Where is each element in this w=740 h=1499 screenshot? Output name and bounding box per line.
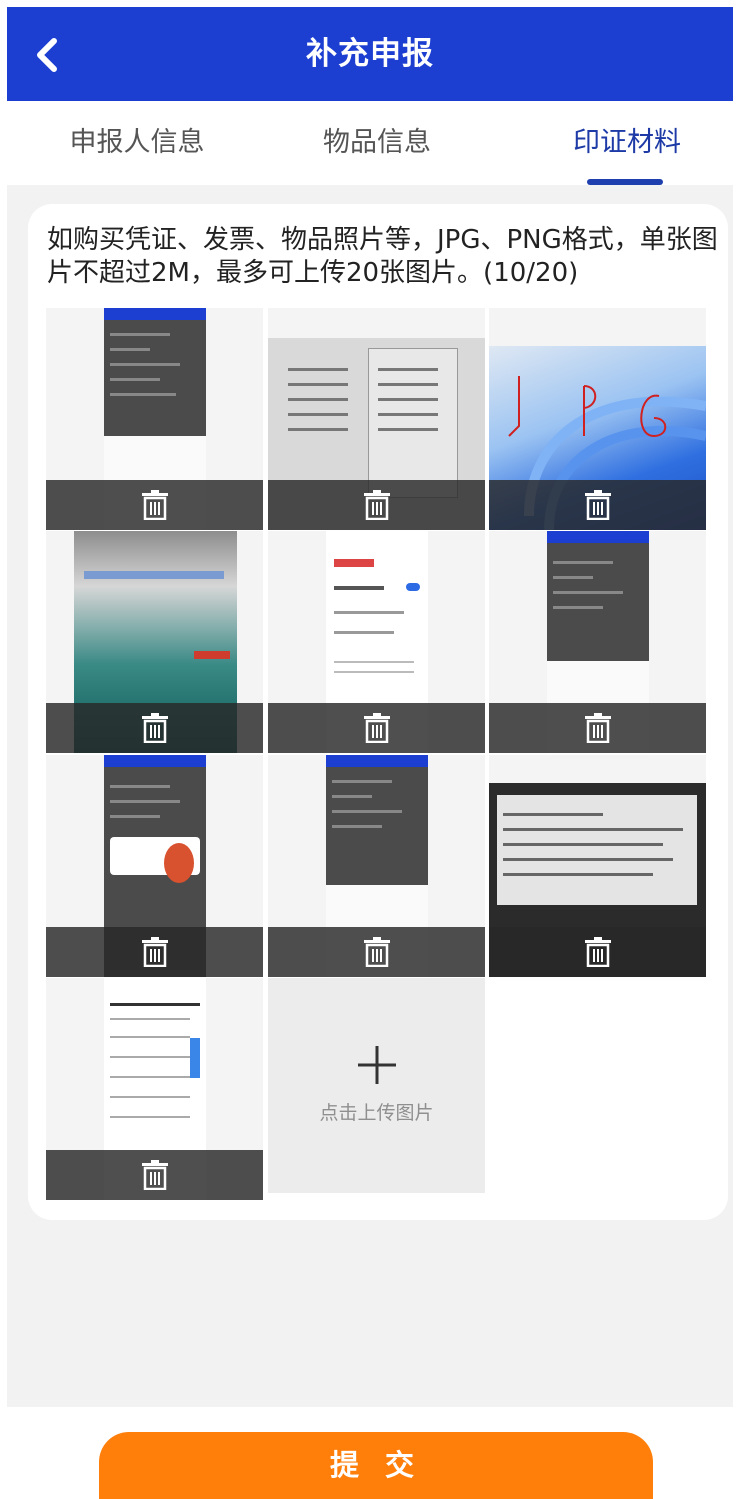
trash-icon[interactable] — [583, 937, 613, 967]
image-thumbnail[interactable] — [489, 308, 706, 530]
image-thumbnail[interactable] — [489, 755, 706, 977]
trash-icon[interactable] — [583, 713, 613, 743]
upload-label: 点击上传图片 — [319, 1102, 434, 1124]
upload-image-button[interactable]: 点击上传图片 — [268, 978, 485, 1193]
page-title: 补充申报 — [306, 36, 434, 72]
plus-icon — [357, 1046, 396, 1084]
submit-button[interactable]: 提 交 — [99, 1432, 653, 1499]
tab-applicant-info[interactable]: 申报人信息 — [62, 121, 212, 165]
top-nav-bar: 补充申报 — [7, 7, 733, 101]
tab-evidence[interactable]: 印证材料 — [552, 121, 702, 165]
image-thumbnail[interactable] — [268, 308, 485, 530]
image-thumbnail[interactable] — [46, 755, 263, 977]
delete-overlay — [489, 480, 706, 530]
delete-overlay — [268, 480, 485, 530]
trash-icon[interactable] — [140, 937, 170, 967]
trash-icon[interactable] — [140, 713, 170, 743]
trash-icon[interactable] — [362, 713, 392, 743]
active-tab-indicator — [587, 179, 663, 185]
image-thumbnail[interactable] — [46, 308, 263, 530]
image-thumbnail[interactable] — [489, 531, 706, 753]
delete-overlay — [489, 703, 706, 753]
tab-bar: 申报人信息 物品信息 印证材料 — [7, 101, 733, 185]
trash-icon[interactable] — [140, 1160, 170, 1190]
trash-icon[interactable] — [362, 490, 392, 520]
delete-overlay — [268, 927, 485, 977]
image-thumbnail[interactable] — [268, 755, 485, 977]
tab-item-info[interactable]: 物品信息 — [302, 121, 452, 165]
upload-instructions: 如购买凭证、发票、物品照片等，JPG、PNG格式，单张图片不超过2M，最多可上传… — [47, 225, 718, 288]
image-thumbnail[interactable] — [46, 978, 263, 1200]
delete-overlay — [489, 927, 706, 977]
delete-overlay — [46, 927, 263, 977]
delete-overlay — [268, 703, 485, 753]
trash-icon[interactable] — [583, 490, 613, 520]
delete-overlay — [46, 1150, 263, 1200]
trash-icon[interactable] — [140, 490, 170, 520]
delete-overlay — [46, 703, 263, 753]
delete-overlay — [46, 480, 263, 530]
image-thumbnail[interactable] — [46, 531, 263, 753]
image-thumbnail[interactable] — [268, 531, 485, 753]
trash-icon[interactable] — [362, 937, 392, 967]
